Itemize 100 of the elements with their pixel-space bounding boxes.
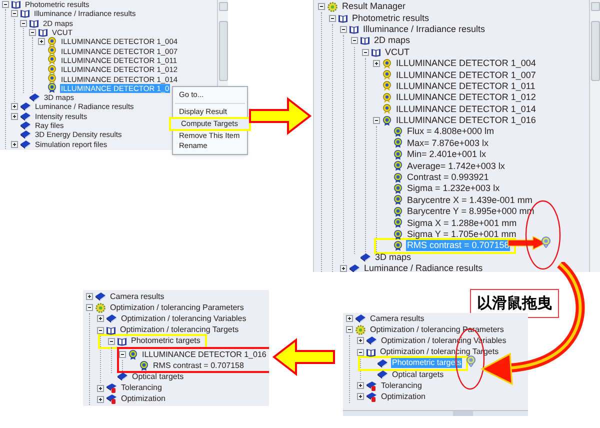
book-icon: [20, 130, 31, 140]
tree-item-label[interactable]: Camera results: [369, 314, 426, 324]
collapse-icon[interactable]: [340, 26, 347, 33]
collapse-icon[interactable]: [2, 1, 9, 8]
arrow-drawing: [272, 337, 336, 377]
rosette-icon: [393, 150, 403, 160]
expand-icon[interactable]: [86, 293, 93, 300]
open-book-icon: [371, 48, 381, 57]
open-book-icon: [338, 14, 348, 23]
scrollbar[interactable]: [589, 0, 600, 272]
expand-icon[interactable]: [11, 140, 18, 148]
tree-item-label[interactable]: Optimization / tolerancing Variables: [120, 314, 248, 324]
book-icon: [360, 252, 371, 262]
book-icon: [377, 358, 388, 368]
tree-item-label[interactable]: Optimization: [380, 392, 426, 402]
collapse-icon[interactable]: [346, 326, 353, 334]
expand-icon[interactable]: [97, 396, 104, 403]
tree-item-label[interactable]: Luminance / Radiance results: [363, 263, 484, 272]
tree-item-label[interactable]: Sigma Y = 1.705e+001 mm: [406, 229, 518, 240]
book-alert-icon: [106, 394, 117, 404]
tree-item-label[interactable]: Result Manager: [341, 1, 407, 12]
collapse-icon[interactable]: [20, 20, 27, 27]
expand-icon[interactable]: [357, 393, 364, 400]
tree-item-label[interactable]: Photometric results: [351, 12, 430, 24]
tree-item-label[interactable]: Optical targets: [131, 372, 185, 382]
collapse-icon[interactable]: [108, 338, 115, 345]
tree-item-label[interactable]: 2D maps: [373, 35, 412, 46]
expand-icon[interactable]: [373, 60, 380, 68]
open-book-icon: [38, 28, 48, 38]
tree-item-label[interactable]: ILLUMINANCE DETECTOR 1_016: [395, 115, 537, 126]
tree-item-label[interactable]: 3D maps: [374, 252, 412, 263]
tree-item-label[interactable]: Optimization / tolerancing Parameters: [109, 302, 245, 313]
gear-icon: [95, 302, 106, 313]
medal-icon: [47, 64, 57, 75]
tree-item-label[interactable]: Max= 7.876e+003 lx: [406, 138, 490, 149]
book-icon: [377, 370, 388, 380]
book-icon: [95, 292, 106, 302]
book-alert-icon: [366, 380, 377, 391]
tree-item-label[interactable]: Sigma = 1.232e+003 lx: [406, 183, 501, 194]
tree-item-label[interactable]: Barycentre X = 1.439e-001 mm: [406, 194, 534, 206]
tree-item-label[interactable]: Optimization / tolerancing Targets: [119, 325, 240, 336]
medal-icon: [382, 92, 392, 103]
expand-icon[interactable]: [11, 103, 18, 110]
tree-item-label[interactable]: Sigma X = 1.288e+001 mm: [406, 218, 518, 229]
tree-item-label[interactable]: ILLUMINANCE DETECTOR 1_007: [395, 70, 537, 81]
medal-icon: [382, 58, 392, 69]
expand-icon[interactable]: [97, 315, 104, 322]
book-alert-icon: [366, 392, 377, 402]
medal-icon: [382, 70, 392, 80]
drag-cursor-icon: [465, 355, 477, 367]
collapse-icon[interactable]: [329, 14, 336, 22]
collapse-icon[interactable]: [119, 351, 126, 358]
collapse-icon[interactable]: [29, 29, 36, 36]
rosette-icon: [393, 240, 403, 251]
tree-item-label[interactable]: ILLUMINANCE DETECTOR 1_011: [395, 80, 536, 92]
tree-item-label[interactable]: ILLUMINANCE DETECTOR 1_012: [395, 92, 537, 104]
expand-icon[interactable]: [97, 384, 104, 392]
collapse-icon[interactable]: [373, 117, 380, 124]
tree-item-label[interactable]: Optimization / tolerancing Parameters: [369, 324, 505, 335]
tree-item-label[interactable]: Min= 2.401e+001 lx: [406, 149, 488, 160]
collapse-icon[interactable]: [357, 348, 364, 356]
tree-item-label[interactable]: Illuminance / Irradiance results: [362, 24, 486, 35]
rosette-icon: [393, 172, 403, 183]
tree-item-label[interactable]: Optical targets: [391, 370, 445, 380]
expand-icon[interactable]: [357, 382, 364, 390]
open-book-icon: [366, 348, 376, 357]
collapse-icon[interactable]: [351, 37, 358, 44]
tree-item-label[interactable]: ILLUMINANCE DETECTOR 1_004: [395, 58, 537, 70]
tree-item-label[interactable]: Camera results: [109, 292, 166, 302]
rosette-icon: [382, 116, 392, 126]
medal-icon: [47, 36, 57, 47]
expand-icon[interactable]: [346, 315, 353, 322]
tree-item-label[interactable]: Average= 1.742e+003 lx: [406, 160, 506, 172]
tree-item-label[interactable]: Optimization: [120, 394, 166, 404]
open-book-icon: [106, 326, 116, 335]
tree-item-label[interactable]: ILLUMINANCE DETECTOR 1_014: [395, 104, 537, 115]
expand-icon[interactable]: [340, 265, 347, 272]
tree-item-label[interactable]: ILLUMINANCE DETECTOR 1_016: [141, 350, 268, 360]
gear-icon: [355, 324, 366, 335]
tree-item-label[interactable]: Photometric targets: [130, 336, 202, 346]
open-book-icon: [117, 336, 127, 346]
open-book-icon: [29, 18, 39, 28]
collapse-icon[interactable]: [362, 48, 369, 56]
book-icon: [20, 140, 31, 149]
collapse-icon[interactable]: [11, 10, 18, 18]
collapse-icon[interactable]: [86, 304, 93, 312]
tree-item-label[interactable]: VCUT: [384, 46, 410, 58]
expand-icon[interactable]: [11, 112, 18, 120]
expand-icon[interactable]: [357, 337, 364, 344]
tree-item-label[interactable]: Tolerancing: [380, 380, 423, 391]
tree-item-label[interactable]: Contrast = 0.993921: [406, 172, 490, 184]
tree-item-label[interactable]: Tolerancing: [120, 383, 163, 394]
scrollbar[interactable]: [343, 410, 528, 416]
book-icon: [20, 102, 31, 112]
tree-item-label[interactable]: Flux = 4.808e+000 lm: [406, 126, 496, 138]
collapse-icon[interactable]: [318, 3, 325, 10]
tree-item-label[interactable]: RMS contrast = 0.707158: [152, 360, 245, 371]
expand-icon[interactable]: [38, 38, 45, 46]
collapse-icon[interactable]: [97, 326, 104, 334]
book-icon: [349, 264, 360, 272]
